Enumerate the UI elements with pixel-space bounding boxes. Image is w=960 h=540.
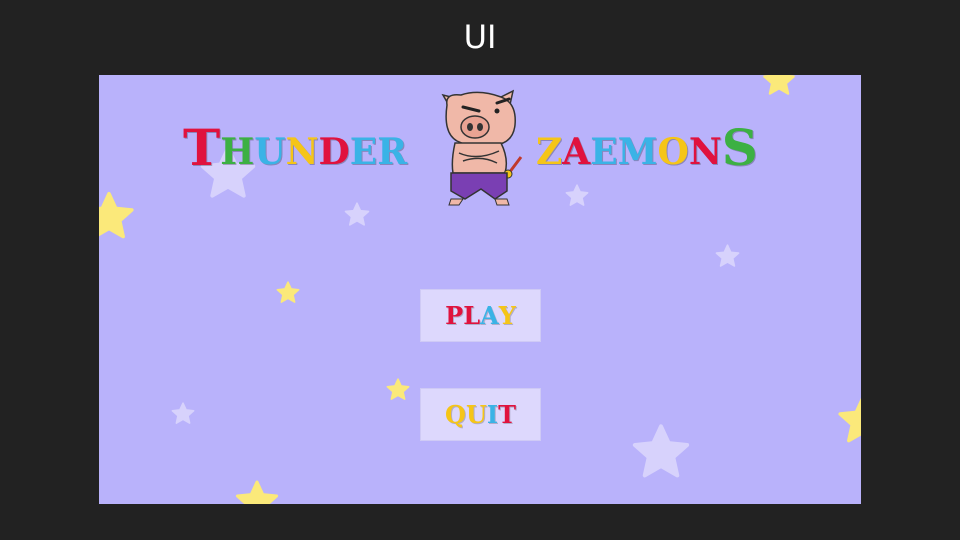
logo-letter: R — [377, 131, 408, 173]
star-icon — [715, 244, 740, 267]
play-button[interactable]: P L A Y — [420, 289, 541, 342]
play-letter: A — [480, 301, 499, 330]
star-icon — [344, 202, 370, 226]
logo-letter: E — [590, 131, 618, 173]
quit-button[interactable]: Q U I T — [420, 388, 541, 441]
logo-letter: N — [688, 131, 722, 173]
logo-letter: M — [617, 131, 658, 173]
logo-letter: S — [721, 118, 758, 177]
logo-letter: H — [220, 131, 255, 173]
star-icon — [276, 281, 300, 303]
pig-mascot-icon — [441, 89, 523, 206]
logo-letter: A — [562, 131, 591, 173]
logo-word-thunder: T H U N D E R — [183, 113, 408, 177]
play-letter: Y — [498, 301, 516, 330]
star-icon — [763, 75, 795, 95]
play-letter: L — [463, 301, 481, 330]
star-icon — [838, 397, 861, 443]
star-icon — [99, 191, 134, 239]
play-letter: P — [445, 301, 464, 330]
star-icon — [565, 184, 589, 206]
logo-letter: O — [657, 131, 689, 173]
star-icon — [235, 480, 279, 504]
quit-letter: U — [465, 400, 487, 429]
quit-letter: Q — [445, 400, 466, 429]
logo-letter: D — [318, 131, 350, 173]
logo-letter: N — [285, 131, 319, 173]
logo-word-zaemons: Z A E M O N S — [536, 113, 758, 177]
quit-letter: T — [498, 400, 516, 429]
logo-letter: U — [254, 131, 286, 173]
logo-letter: T — [183, 118, 221, 177]
game-screen: T H U N D E R Z A E M O N S P L A Y Q U … — [99, 75, 861, 504]
slide-title: UI — [463, 18, 497, 56]
logo-letter: E — [349, 131, 378, 173]
quit-letter: I — [486, 400, 499, 429]
star-icon — [171, 402, 195, 424]
star-icon — [632, 424, 690, 478]
star-icon — [386, 378, 410, 400]
logo-letter: Z — [536, 131, 563, 173]
